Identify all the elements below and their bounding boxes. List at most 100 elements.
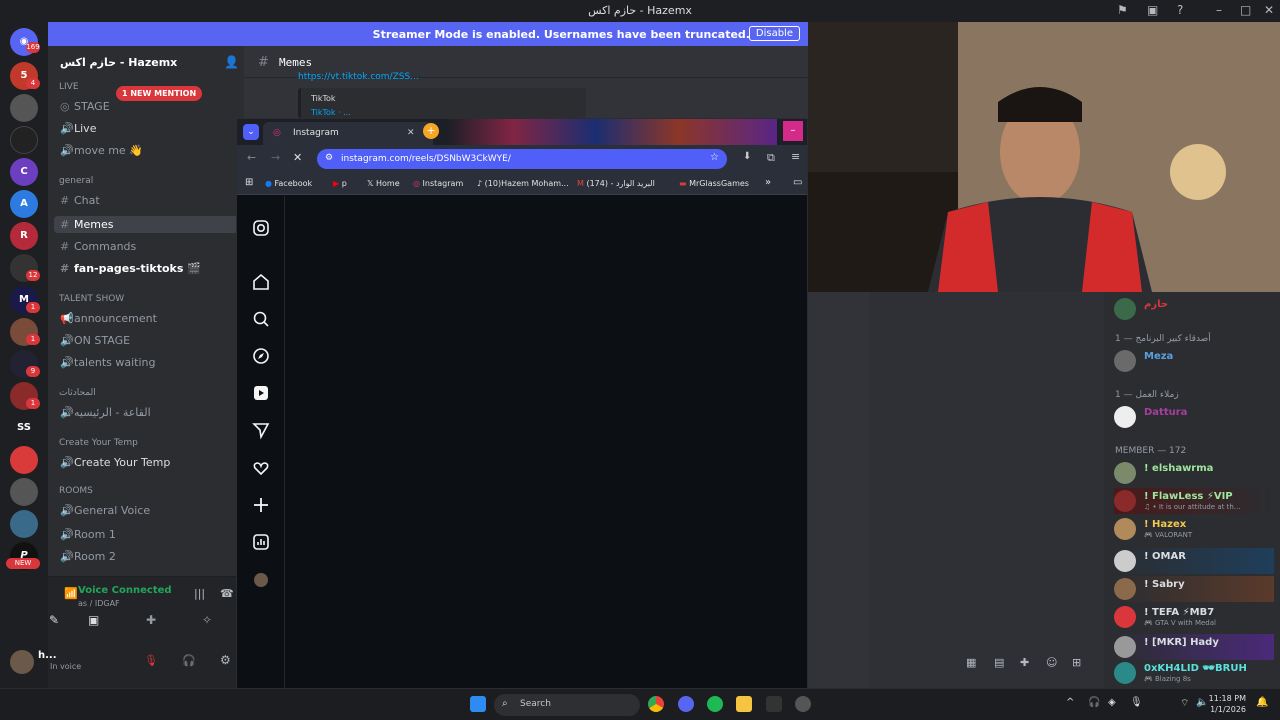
notifications-icon[interactable]: 🔔 bbox=[1256, 697, 1268, 708]
channel-chat[interactable]: # Chat bbox=[60, 194, 100, 207]
activities-icon[interactable]: ✚ bbox=[146, 613, 156, 627]
member-item[interactable]: حازم bbox=[1114, 296, 1274, 322]
channel-general-voice[interactable]: 🔊General Voice bbox=[60, 504, 150, 517]
apps-grid-icon[interactable]: ⊞ bbox=[245, 177, 253, 188]
invite-icon[interactable]: 👤 bbox=[224, 55, 239, 69]
server-icon[interactable]: R bbox=[10, 222, 38, 250]
voice-status[interactable]: Voice Connected bbox=[78, 585, 172, 596]
bookmark-mrglassgames[interactable]: ▬ MrGlassGames bbox=[679, 179, 749, 188]
wifi-icon[interactable]: ⌔ bbox=[1180, 697, 1189, 710]
category-live[interactable]: LIVE bbox=[59, 82, 79, 92]
volume-icon[interactable]: 🔈 bbox=[1196, 697, 1208, 708]
instagram-logo-icon[interactable] bbox=[251, 218, 271, 238]
member-item[interactable]: Meza bbox=[1114, 348, 1274, 374]
username[interactable]: h... bbox=[38, 650, 57, 661]
maximize-button[interactable]: □ bbox=[1240, 3, 1251, 17]
category-chats[interactable]: المحادثات bbox=[59, 388, 96, 398]
noise-suppression-icon[interactable]: ||| bbox=[194, 587, 205, 600]
server-icon[interactable] bbox=[10, 94, 38, 122]
menu-icon[interactable]: ≡ bbox=[791, 150, 800, 163]
extensions-icon[interactable]: ⧉ bbox=[767, 151, 775, 165]
channel-announcement[interactable]: 📢announcement bbox=[60, 312, 157, 325]
server-icon[interactable] bbox=[10, 446, 38, 474]
bookmark-p[interactable]: ▶ p bbox=[333, 179, 347, 188]
server-icon-ss[interactable]: SS bbox=[10, 414, 38, 442]
bookmark-home[interactable]: 𝕏 Home bbox=[367, 179, 400, 188]
avatar[interactable] bbox=[10, 650, 34, 674]
headset-icon[interactable]: 🎧 bbox=[1088, 697, 1100, 708]
dashboard-icon[interactable] bbox=[251, 532, 271, 552]
chrome-icon[interactable] bbox=[648, 696, 664, 712]
member-item[interactable]: ! [MKR] Hady bbox=[1114, 634, 1274, 660]
reels-icon[interactable] bbox=[251, 383, 271, 403]
more-bookmarks-icon[interactable]: » bbox=[765, 177, 771, 188]
explore-icon[interactable] bbox=[251, 346, 271, 366]
activity-icon[interactable]: ✚ bbox=[1020, 656, 1029, 669]
search-icon[interactable] bbox=[251, 309, 271, 329]
channel-commands[interactable]: # Commands bbox=[60, 240, 136, 253]
minimize-button[interactable]: – bbox=[1216, 3, 1222, 17]
category-talent-show[interactable]: TALENT SHOW bbox=[59, 294, 124, 304]
download-icon[interactable]: ⬇ bbox=[743, 151, 751, 162]
server-icon[interactable] bbox=[10, 126, 38, 154]
browser-tab-instagram[interactable]: ◎ Instagram ✕ bbox=[263, 122, 433, 145]
disable-streamer-mode-button[interactable]: Disable bbox=[748, 26, 800, 41]
settings-gear-icon[interactable]: ⚙ bbox=[220, 653, 231, 667]
back-icon[interactable]: ← bbox=[247, 151, 256, 164]
help-icon[interactable]: ? bbox=[1177, 3, 1183, 17]
grid-icon[interactable]: ▦ bbox=[966, 656, 976, 669]
emoji-icon[interactable]: ☺ bbox=[1046, 656, 1057, 669]
soundboard-icon[interactable]: ✧ bbox=[202, 613, 212, 627]
channel-move-me[interactable]: 🔊move me 👋 bbox=[60, 144, 143, 157]
server-icon[interactable] bbox=[10, 478, 38, 506]
channel-talents-waiting[interactable]: 🔊talents waiting bbox=[60, 356, 156, 369]
channel-stage[interactable]: ◎ STAGE bbox=[60, 100, 110, 113]
tab-search-icon[interactable]: ⌄ bbox=[243, 124, 259, 140]
embed-title[interactable]: TikTok · ... bbox=[311, 108, 351, 117]
bookmark-star-icon[interactable]: ☆ bbox=[710, 152, 719, 163]
voice-channel[interactable]: as / IDGAF bbox=[78, 599, 120, 608]
start-windows-icon[interactable] bbox=[470, 696, 486, 712]
all-bookmarks-folder-icon[interactable]: ▭ bbox=[793, 177, 802, 188]
member-item[interactable]: ! OMAR bbox=[1114, 548, 1274, 574]
member-item[interactable]: ! TEFA ⚡MB7 🎮 GTA V with Medal bbox=[1114, 604, 1274, 630]
taskbar-search[interactable]: ⌕ Search bbox=[494, 694, 640, 716]
bookmark-facebook[interactable]: ● Facebook bbox=[265, 179, 312, 188]
message-link[interactable]: https://vt.tiktok.com/ZSS... bbox=[298, 72, 419, 82]
create-icon[interactable] bbox=[251, 495, 271, 515]
mic-icon[interactable]: 🎙 bbox=[1130, 697, 1143, 708]
inbox-icon[interactable]: ⚑ bbox=[1117, 3, 1128, 17]
close-tab-icon[interactable]: ✕ bbox=[407, 128, 415, 138]
forward-icon[interactable]: → bbox=[271, 151, 280, 164]
spotify-icon[interactable] bbox=[707, 696, 723, 712]
channel-on-stage[interactable]: 🔊ON STAGE bbox=[60, 334, 130, 347]
tray-app-icon[interactable]: ◈ bbox=[1108, 697, 1116, 708]
category-create-temp[interactable]: Create Your Temp bbox=[59, 438, 138, 448]
member-item[interactable]: ! FlawLess ⚡VIP ♫ • It is our attitude at… bbox=[1114, 488, 1274, 514]
server-icon[interactable]: C bbox=[10, 158, 38, 186]
channel-memes[interactable]: # Memes bbox=[54, 216, 238, 233]
popout-icon[interactable]: ▤ bbox=[994, 656, 1004, 669]
notifications-heart-icon[interactable] bbox=[251, 458, 271, 478]
chevron-up-icon[interactable]: ^ bbox=[1066, 697, 1074, 708]
home-icon[interactable] bbox=[251, 272, 271, 292]
messages-icon[interactable] bbox=[251, 420, 271, 440]
disconnect-icon[interactable]: ☎ bbox=[220, 587, 234, 600]
screen-share-icon[interactable]: ▣ bbox=[1147, 3, 1158, 17]
member-item[interactable]: Dattura bbox=[1114, 404, 1274, 430]
deafened-icon[interactable]: 🎧 bbox=[182, 654, 196, 667]
channel-live[interactable]: 🔊Live bbox=[60, 122, 96, 135]
address-bar[interactable]: ⚙ instagram.com/reels/DSNbW3CkWYE/ ☆ bbox=[317, 149, 727, 169]
server-name[interactable]: حازم اكس - Hazemx bbox=[60, 56, 177, 69]
server-icon[interactable]: A bbox=[10, 190, 38, 218]
apps-icon[interactable]: ⊞ bbox=[1072, 656, 1081, 669]
bookmark-gmail[interactable]: M (174) - البريد الوارد bbox=[577, 179, 655, 188]
new-mention-badge[interactable]: 1 NEW MENTION bbox=[116, 86, 203, 101]
taskbar-clock[interactable]: 11:18 PM 1/1/2026 bbox=[1209, 693, 1246, 715]
channel-fan-pages[interactable]: # fan-pages-tiktoks 🎬 bbox=[60, 262, 201, 275]
discord-icon[interactable] bbox=[678, 696, 694, 712]
minimize-icon[interactable]: – bbox=[783, 121, 803, 141]
channel-create-temp[interactable]: 🔊Create Your Temp bbox=[60, 456, 170, 469]
member-item[interactable]: 0xKH4LID 🕶BRUH 🎮 Blazing 8s bbox=[1114, 660, 1274, 686]
bookmark-tiktok[interactable]: ♪ (10)Hazem Moham... bbox=[477, 179, 569, 188]
